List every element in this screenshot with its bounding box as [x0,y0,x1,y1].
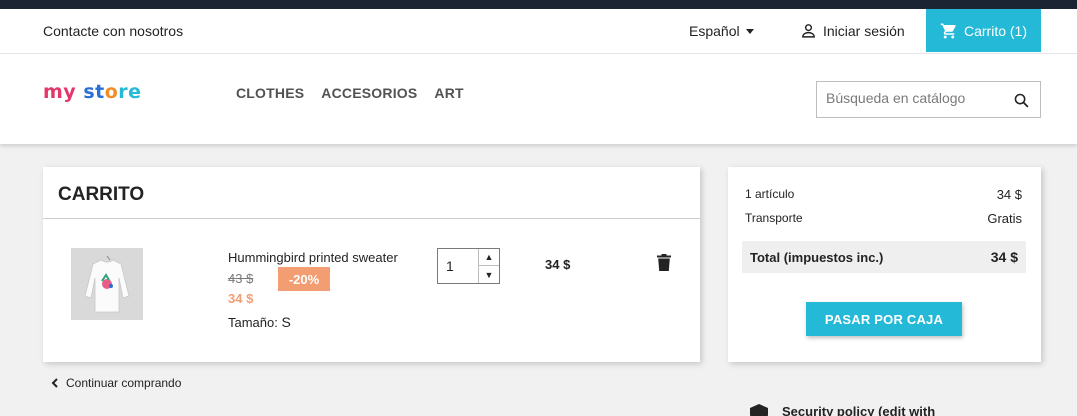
summary-shipping-row: Transporte Gratis [745,211,1022,226]
menu-item-accesorios[interactable]: ACCESORIOS [321,85,417,101]
logo-part: my [43,81,77,103]
cart-title: CARRITO [58,184,145,205]
logo-part: st [83,81,105,103]
menu-item-clothes[interactable]: CLOTHES [236,85,304,101]
regular-price: 43 $ [228,271,254,286]
menu-item-art[interactable]: ART [434,85,463,101]
shipping-value: Gratis [987,211,1022,226]
chevron-left-icon [51,378,58,388]
items-label: 1 artículo [745,187,795,201]
language-selector[interactable]: Español [689,23,754,39]
product-price: 34 $ [228,291,254,306]
shield-icon [750,404,768,416]
signin-label: Iniciar sesión [823,22,905,39]
size-value: S [281,314,291,330]
main-menu: CLOTHES ACCESORIOS ART [236,85,464,101]
continue-shopping-link[interactable]: Continuar comprando [51,376,181,390]
cart-button[interactable]: Carrito (1) [926,9,1041,52]
user-icon [802,24,815,38]
cart-icon [940,23,956,38]
security-text: Security policy (edit with [782,404,936,416]
discount-badge: -20% [278,267,330,291]
checkout-button[interactable]: PASAR POR CAJA [806,302,962,336]
search-box [816,81,1041,118]
quantity-spinner: ▲ ▼ [478,249,499,283]
shipping-label: Transporte [745,211,803,225]
search-input[interactable] [826,90,1006,106]
summary-items-row: 1 artículo 34 $ [745,187,1022,202]
product-thumbnail[interactable] [71,248,143,320]
sweater-image [84,255,130,313]
size-label: Tamaño: [228,315,278,330]
continue-label: Continuar comprando [66,376,182,390]
divider [43,218,700,219]
search-icon[interactable] [1013,92,1030,109]
chevron-down-icon[interactable]: ▼ [479,266,499,283]
chevron-down-icon [745,28,754,34]
product-name[interactable]: Hummingbird printed sweater [228,250,398,265]
site-header: my store CLOTHES ACCESORIOS ART [0,54,1077,144]
contact-link[interactable]: Contacte con nosotros [43,23,183,39]
store-logo[interactable]: my store [43,81,142,103]
items-value: 34 $ [996,187,1022,202]
logo-part: o [104,81,119,103]
reassurance-security: Security policy (edit with [750,404,935,416]
summary-total-row: Total (impuestos inc.) 34 $ [742,241,1026,273]
cart-label: Carrito (1) [963,22,1027,39]
line-total: 34 $ [545,257,571,272]
language-label: Español [689,23,740,39]
signin-link[interactable]: Iniciar sesión [800,22,905,39]
top-navbar: Contacte con nosotros Español Iniciar se… [0,9,1077,54]
top-strip [0,0,1077,9]
cart-panel: CARRITO Hummingbird printed sweater 43 $… [43,167,700,362]
product-size: Tamaño: S [228,314,291,330]
quantity-input[interactable] [446,258,476,274]
logo-part: re [118,81,142,103]
quantity-stepper: ▲ ▼ [437,248,500,284]
chevron-up-icon[interactable]: ▲ [479,249,499,266]
total-value: 34 $ [990,249,1018,265]
total-label: Total (impuestos inc.) [750,249,884,265]
cart-summary: 1 artículo 34 $ Transporte Gratis Total … [728,167,1041,362]
trash-icon[interactable] [657,254,671,271]
